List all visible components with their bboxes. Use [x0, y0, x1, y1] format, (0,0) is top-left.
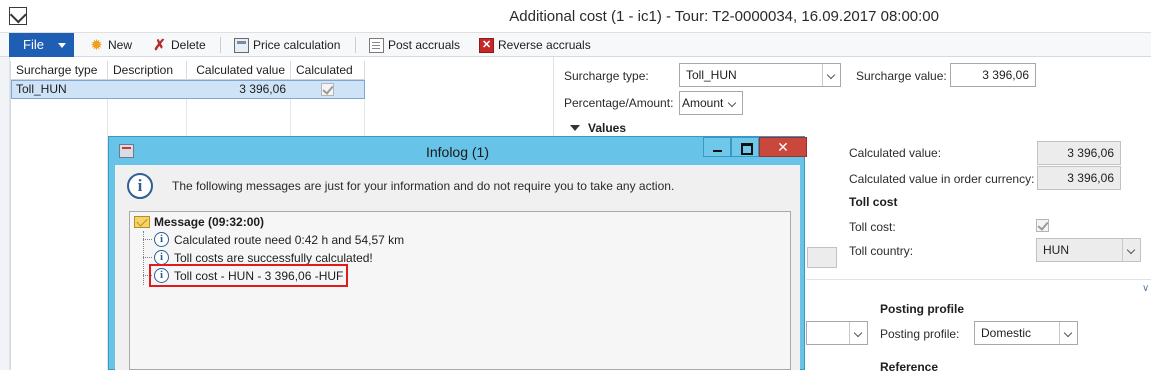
toll-cost-checkbox[interactable] — [1036, 219, 1049, 232]
surcharge-value-label: Surcharge value: — [856, 69, 947, 83]
chevron-down-icon[interactable] — [724, 92, 742, 114]
info-icon: i — [154, 250, 169, 265]
grid-header: Surcharge type Description Calculated va… — [11, 61, 365, 80]
cell-calculated-value[interactable]: 3 396,06 — [192, 82, 286, 96]
post-accruals-label: Post accruals — [388, 38, 461, 52]
reverse-icon — [479, 37, 494, 53]
message-text: Toll costs are successfully calculated! — [174, 250, 373, 265]
hidden-select[interactable] — [806, 321, 868, 345]
collapse-triangle-icon[interactable] — [570, 125, 580, 131]
chevron-down-icon[interactable] — [1122, 239, 1140, 261]
table-row[interactable]: Toll_HUN 3 396,06 — [11, 80, 365, 99]
surcharge-value-field[interactable]: 3 396,06 — [950, 63, 1036, 87]
posting-profile-value: Domestic — [981, 326, 1032, 340]
toolbar-separator — [355, 37, 356, 53]
file-button-label: File — [23, 37, 44, 52]
column-header-calculated[interactable]: Calculated — [291, 61, 365, 80]
toll-country-field[interactable]: HUN — [1036, 238, 1141, 262]
envelope-icon — [134, 215, 150, 228]
tree-connector — [143, 257, 152, 258]
cell-calculated-checkbox[interactable] — [321, 83, 334, 96]
delete-button-label: Delete — [171, 38, 206, 52]
toll-country-label: Toll country: — [849, 244, 914, 258]
calculated-value-oc-field: 3 396,06 — [1037, 166, 1121, 190]
infolog-header-message: The following messages are just for your… — [172, 179, 675, 193]
chevron-down-icon[interactable]: ∨ — [1142, 283, 1149, 294]
info-icon: i — [127, 173, 153, 199]
message-text: Calculated route need 0:42 h and 54,57 k… — [174, 232, 405, 247]
surcharge-type-value: Toll_HUN — [686, 68, 737, 82]
infolog-title: Infolog (1) — [425, 144, 490, 160]
maximize-button[interactable] — [731, 137, 759, 157]
column-header-description[interactable]: Description — [108, 61, 187, 80]
file-button[interactable]: File — [9, 33, 74, 57]
price-calculation-label: Price calculation — [253, 38, 341, 52]
minimize-button[interactable] — [703, 137, 731, 157]
toll-country-value: HUN — [1043, 243, 1069, 257]
section-divider — [806, 279, 1151, 280]
left-margin — [0, 57, 10, 370]
chevron-down-icon[interactable] — [849, 322, 867, 344]
infolog-title-bar[interactable]: Infolog (1) ✕ — [109, 137, 807, 165]
info-icon: i — [154, 232, 169, 247]
delete-icon: ✗ — [153, 36, 166, 54]
new-button[interactable]: ✹ New — [89, 36, 132, 54]
tree-root-row[interactable]: Message (09:32:00) — [134, 213, 264, 230]
toll-cost-section-title: Toll cost — [849, 195, 898, 209]
surcharge-type-field[interactable]: Toll_HUN — [679, 63, 841, 87]
list-item[interactable]: i Calculated route need 0:42 h and 54,57… — [154, 231, 404, 248]
message-tree: Message (09:32:00) i Calculated route ne… — [129, 211, 791, 370]
new-button-label: New — [108, 38, 133, 52]
posting-profile-section-title: Posting profile — [880, 302, 964, 316]
price-calculation-button[interactable]: Price calculation — [234, 36, 340, 54]
reverse-accruals-button[interactable]: Reverse accruals — [479, 36, 591, 54]
column-header-calculated-value[interactable]: Calculated value — [187, 61, 291, 80]
calculated-value-oc-label: Calculated value in order currency: — [849, 172, 1035, 186]
close-button[interactable]: ✕ — [759, 137, 807, 157]
chevron-down-icon[interactable] — [822, 64, 840, 86]
hidden-field — [807, 247, 837, 268]
infolog-dialog: Infolog (1) ✕ i The following messages a… — [108, 136, 807, 370]
calculated-value-field: 3 396,06 — [1037, 141, 1121, 165]
action-pane: File ✹ New ✗ Delete Price calculation Po… — [0, 33, 1151, 57]
highlight-box — [149, 264, 348, 287]
percentage-amount-value: Amount — [682, 96, 724, 110]
window-title: Additional cost (1 - ic1) - Tour: T2-000… — [509, 8, 939, 25]
toolbar-separator — [220, 37, 221, 53]
title-bar: Additional cost (1 - ic1) - Tour: T2-000… — [0, 0, 1151, 33]
percentage-amount-select[interactable]: Amount — [679, 91, 743, 115]
chevron-down-icon — [58, 43, 66, 48]
delete-button[interactable]: ✗ Delete — [152, 36, 206, 54]
calculator-icon — [234, 37, 249, 53]
app-icon — [9, 7, 27, 25]
posting-profile-select[interactable]: Domestic — [974, 321, 1078, 345]
toll-cost-label: Toll cost: — [849, 220, 896, 234]
post-accruals-button[interactable]: Post accruals — [369, 36, 460, 54]
document-icon — [369, 37, 384, 53]
infolog-body: i The following messages are just for yo… — [115, 165, 800, 370]
surcharge-type-label: Surcharge type: — [564, 69, 649, 83]
cell-surcharge-type[interactable]: Toll_HUN — [16, 82, 67, 96]
reverse-accruals-label: Reverse accruals — [498, 38, 591, 52]
column-header-surcharge-type[interactable]: Surcharge type — [11, 61, 108, 80]
chevron-down-icon[interactable] — [1059, 322, 1077, 344]
reference-section-title: Reference — [880, 360, 939, 374]
posting-profile-label: Posting profile: — [880, 327, 960, 341]
new-icon: ✹ — [90, 36, 103, 54]
percentage-amount-label: Percentage/Amount: — [564, 96, 674, 110]
tree-root-label: Message (09:32:00) — [154, 214, 265, 229]
calculated-value-label: Calculated value: — [849, 146, 942, 160]
values-section-title[interactable]: Values — [588, 121, 626, 135]
tree-connector — [143, 239, 152, 240]
